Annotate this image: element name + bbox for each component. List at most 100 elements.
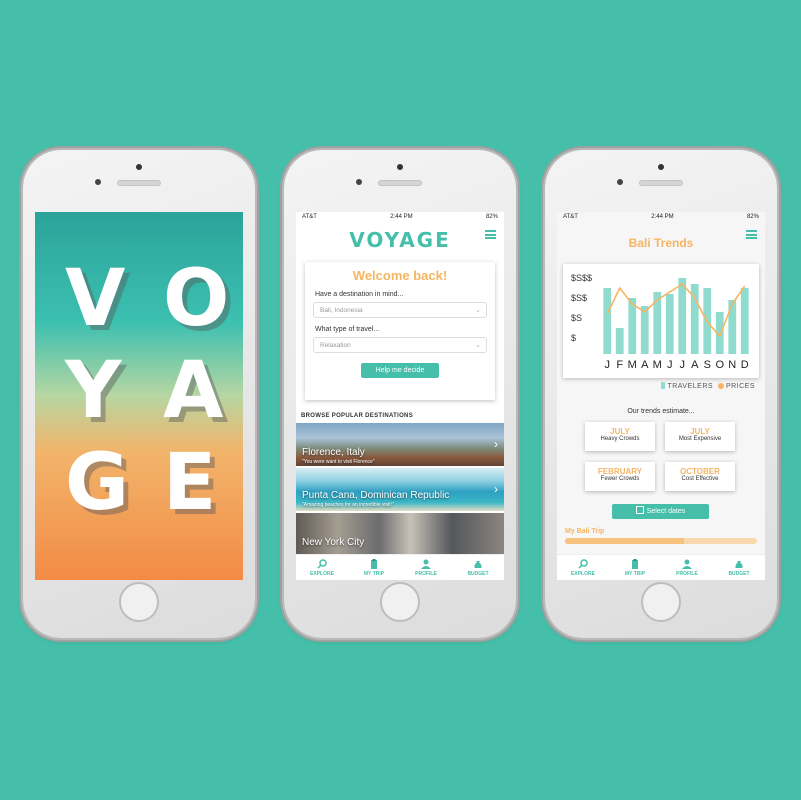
bar-travelers	[728, 300, 737, 354]
home-button[interactable]	[119, 582, 159, 622]
clipboard-icon	[632, 558, 638, 569]
estimate-month: JULY	[690, 427, 710, 436]
trends-chart-svg: $$S$S$$S$$J F M A M J J A S O N D	[571, 273, 749, 371]
travel-type-label: What type of travel...	[315, 326, 380, 333]
money-bag-icon	[735, 560, 743, 568]
sensor	[617, 179, 623, 185]
logo-letter: E	[163, 438, 217, 528]
estimate-card[interactable]: JULY Most Expensive	[665, 422, 735, 451]
trends-chart: $ $S $S$ $S$$ J F M A M J J A S O N D	[563, 264, 759, 378]
tab-budget[interactable]: BUDGET	[452, 555, 504, 580]
earpiece-speaker	[117, 180, 161, 186]
destination-label: Have a destination in mind...	[315, 291, 404, 298]
front-camera	[397, 164, 403, 170]
chevron-down-icon: ⌄	[475, 307, 481, 314]
x-tick-label: J	[605, 359, 611, 371]
travel-type-value: Relaxation	[320, 342, 351, 349]
splash-screen: V O Y A G E	[35, 212, 243, 580]
legend-label-travelers: TRAVELERS	[667, 383, 714, 390]
x-tick-label: F	[616, 359, 623, 371]
trip-progress-bar	[565, 538, 757, 544]
tab-profile[interactable]: PROFILE	[400, 555, 452, 580]
legend-swatch-prices	[717, 383, 724, 389]
logo-letter: Y	[65, 346, 122, 436]
help-decide-button[interactable]: Help me decide	[361, 363, 439, 378]
destination-subtitle: "You were want to visit Florence"	[302, 459, 375, 465]
travel-type-select[interactable]: Relaxation ⌄	[313, 337, 487, 353]
tab-label: EXPLORE	[310, 570, 334, 577]
tab-profile[interactable]: PROFILE	[661, 555, 713, 580]
x-tick-label: S	[704, 359, 711, 371]
tab-label: PROFILE	[676, 570, 698, 577]
front-camera	[136, 164, 142, 170]
chevron-right-icon: ›	[494, 437, 498, 451]
battery-label: 82%	[485, 214, 498, 220]
tab-label: PROFILE	[415, 570, 437, 577]
destination-select[interactable]: Bali, Indonesia ⌄	[313, 302, 487, 318]
chevron-down-icon: ⌄	[475, 342, 481, 349]
x-tick-label: A	[641, 359, 649, 371]
estimate-card[interactable]: OCTOBER Cost Effective	[665, 462, 735, 491]
welcome-title: Welcome back!	[352, 268, 448, 283]
carrier-label: AT&T	[302, 214, 317, 220]
x-tick-label: D	[741, 359, 749, 371]
tab-label: EXPLORE	[571, 570, 595, 577]
legend-label-prices: PRICES	[725, 383, 755, 390]
welcome-card: Welcome back! Have a destination in mind…	[305, 262, 495, 400]
tab-my-trip[interactable]: MY TRIP	[609, 555, 661, 580]
bar-travelers	[665, 294, 674, 354]
front-camera	[658, 164, 664, 170]
estimate-desc: Cost Effective	[681, 476, 719, 482]
x-tick-label: J	[680, 359, 686, 371]
phone-home: AT&T 2:44 PM 82% VOYAGE Welcome back! Ha…	[284, 150, 516, 638]
tab-explore[interactable]: EXPLORE	[296, 555, 348, 580]
destination-card-florence[interactable]: Florence, Italy "You were want to visit …	[296, 423, 504, 466]
destination-name: Punta Cana, Dominican Republic	[302, 490, 450, 501]
estimate-desc: Fewer Crowds	[600, 476, 640, 482]
home-screen: AT&T 2:44 PM 82% VOYAGE Welcome back! Ha…	[296, 212, 504, 580]
tab-label: MY TRIP	[363, 570, 385, 577]
select-dates-button[interactable]: Select dates	[612, 504, 709, 519]
search-icon	[317, 558, 327, 569]
menu-icon[interactable]	[485, 230, 496, 239]
x-tick-label: O	[715, 359, 724, 371]
tab-budget[interactable]: BUDGET	[713, 555, 765, 580]
earpiece-speaker	[639, 180, 683, 186]
y-tick-label: $S$	[571, 293, 587, 303]
tab-explore[interactable]: EXPLORE	[557, 555, 609, 580]
logo-letter: A	[163, 346, 224, 436]
home-button[interactable]	[380, 582, 420, 622]
logo-letter: V	[65, 254, 126, 344]
destination-card-punta-cana[interactable]: Punta Cana, Dominican Republic "Amazing …	[296, 468, 504, 511]
y-tick-label: $	[571, 333, 576, 343]
earpiece-speaker	[378, 180, 422, 186]
status-bar: AT&T 2:44 PM 82%	[557, 212, 765, 222]
calendar-icon	[635, 506, 644, 514]
phone-splash: V O Y A G E	[23, 150, 255, 638]
logo-letter: G	[65, 438, 130, 528]
estimate-card[interactable]: FEBRUARY Fewer Crowds	[585, 462, 655, 491]
select-dates-label: Select dates	[646, 508, 686, 515]
tab-label: BUDGET	[728, 570, 750, 577]
estimate-card[interactable]: JULY Heavy Crowds	[585, 422, 655, 451]
home-button[interactable]	[641, 582, 681, 622]
destination-name: New York City	[302, 537, 365, 548]
bar-travelers	[615, 328, 624, 354]
estimate-month: JULY	[610, 427, 630, 436]
chart-legend: TRAVELERS PRICES	[661, 382, 755, 390]
sensor	[356, 179, 362, 185]
carrier-label: AT&T	[563, 214, 578, 220]
x-tick-label: M	[653, 359, 662, 371]
tab-bar: EXPLORE MY TRIP PROFILE BUDGET	[557, 554, 765, 580]
destination-card-nyc[interactable]: New York City	[296, 513, 504, 554]
logo-letter: O	[163, 254, 230, 344]
tab-my-trip[interactable]: MY TRIP	[348, 555, 400, 580]
estimate-desc: Most Expensive	[678, 436, 722, 442]
line-prices	[606, 282, 746, 338]
battery-label: 82%	[746, 214, 759, 220]
menu-icon[interactable]	[746, 230, 757, 239]
tab-label: MY TRIP	[624, 570, 646, 577]
search-icon	[578, 558, 588, 569]
browse-heading: BROWSE POPULAR DESTINATIONS	[301, 413, 413, 419]
status-bar: AT&T 2:44 PM 82%	[296, 212, 504, 222]
